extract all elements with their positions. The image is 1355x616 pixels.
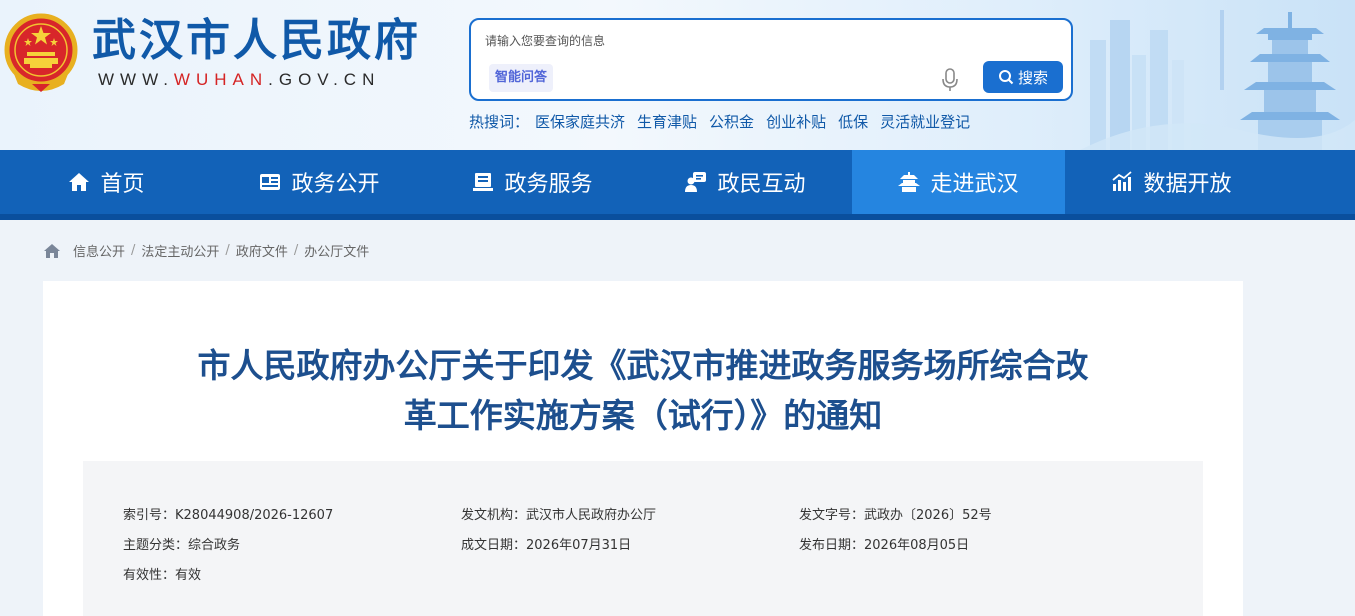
breadcrumb-separator: / [293,243,299,258]
breadcrumb-item[interactable]: 政府文件 [236,241,288,260]
nav-item-interaction[interactable]: 政民互动 [639,150,852,214]
hot-term[interactable]: 灵活就业登记 [880,111,970,132]
meta-value: 武政办〔2026〕52号 [864,508,992,523]
breadcrumb-separator: / [131,243,136,258]
meta-value: 武汉市人民政府办公厅 [526,508,657,523]
breadcrumb: 信息公开 / 法定主动公开 / 政府文件 / 办公厅文件 [43,241,369,260]
nav-item-explore-wuhan[interactable]: 走进武汉 [852,150,1065,214]
meta-value: 2026年07月31日 [526,538,632,553]
article-panel: 市人民政府办公厅关于印发《武汉市推进政务服务场所综合改 革工作实施方案（试行）》… [43,281,1243,616]
nav-item-label: 走进武汉 [930,172,1019,197]
national-emblem-icon [4,13,78,92]
search-input[interactable]: 请输入您要查询的信息 [485,32,605,49]
page-title-line: 革工作实施方案（试行）》的通知 [403,396,883,435]
page-title-line: 市人民政府办公厅关于印发《武汉市推进政务服务场所综合改 [197,346,1089,385]
chat-icon [685,172,707,192]
page-title: 市人民政府办公厅关于印发《武汉市推进政务服务场所综合改 革工作实施方案（试行）》… [143,341,1143,441]
meta-label: 有效性： [123,568,176,583]
meta-value: 2026年08月05日 [864,538,970,553]
ai-qa-button[interactable]: 智能问答 [489,64,554,92]
meta-label: 成文日期： [461,538,527,553]
meta-published-date: 发布日期：2026年08月05日 [799,534,969,553]
nav-item-label: 政务服务 [504,172,593,197]
nav-item-label: 政民互动 [717,172,806,197]
meta-issuer: 发文机构：武汉市人民政府办公厅 [461,504,656,523]
meta-label: 主题分类： [123,538,189,553]
meta-topic: 主题分类：综合政务 [123,534,240,553]
nav-item-label: 政务公开 [291,172,380,197]
site-title[interactable]: 武汉市人民政府 [92,16,421,66]
meta-created-date: 成文日期：2026年07月31日 [461,534,631,553]
home-icon [69,173,90,191]
main-nav: 首页 政务公开 政务服务 政民互动 走进武汉 数据开放 [0,150,1355,220]
nav-item-home[interactable]: 首页 [0,150,213,214]
nav-item-label: 数据开放 [1143,172,1232,197]
hot-term[interactable]: 生育津贴 [637,111,697,132]
search-button-label: 搜索 [1017,69,1048,87]
meta-value: 综合政务 [188,538,241,553]
meta-value: K28044908/2026-12607 [175,508,334,523]
meta-value: 有效 [175,568,202,583]
site-url: WWW.WUHAN.GOV.CN [98,70,380,90]
breadcrumb-item[interactable]: 办公厅文件 [304,241,369,260]
document-meta-table: 索引号：K28044908/2026-12607 发文机构：武汉市人民政府办公厅… [83,461,1203,616]
nav-item-open-data[interactable]: 数据开放 [1065,150,1278,214]
site-url-suffix: .GOV.CN [268,70,381,89]
hot-search-terms: 热搜词： 医保家庭共济 生育津贴 公积金 创业补贴 低保 灵活就业登记 [469,111,970,132]
breadcrumb-item[interactable]: 法定主动公开 [141,241,219,260]
search-box: 请输入您要查询的信息 智能问答 搜索 [469,18,1073,101]
meta-index: 索引号：K28044908/2026-12607 [123,504,333,523]
meta-label: 发文字号： [799,508,865,523]
hot-term[interactable]: 低保 [838,111,868,132]
hot-term[interactable]: 创业补贴 [766,111,826,132]
nav-item-gov-services[interactable]: 政务服务 [426,150,639,214]
home-icon[interactable] [43,243,61,259]
microphone-icon[interactable] [941,68,959,92]
nav-item-label: 首页 [100,172,145,197]
search-button[interactable]: 搜索 [983,61,1063,93]
nav-item-gov-affairs-open[interactable]: 政务公开 [213,150,426,214]
site-url-highlight: WUHAN [173,70,269,89]
breadcrumb-separator: / [225,243,230,258]
site-url-prefix: WWW. [98,70,174,89]
meta-label: 索引号： [123,508,176,523]
search-icon [998,70,1014,85]
news-icon [260,174,281,190]
meta-doc-number: 发文字号：武政办〔2026〕52号 [799,504,992,523]
hot-term[interactable]: 公积金 [709,111,754,132]
yellow-crane-tower-illustration [1080,10,1355,150]
meta-label: 发布日期： [799,538,865,553]
service-icon [473,173,494,191]
pavilion-icon [898,172,921,192]
site-header: 武汉市人民政府 WWW.WUHAN.GOV.CN 请输入您要查询的信息 智能问答 [0,0,1355,150]
meta-label: 发文机构： [461,508,527,523]
meta-validity: 有效性：有效 [123,564,201,583]
hot-term[interactable]: 医保家庭共济 [535,111,625,132]
breadcrumb-item[interactable]: 信息公开 [73,241,125,260]
chart-icon [1112,171,1133,191]
hot-search-label: 热搜词： [469,113,530,131]
